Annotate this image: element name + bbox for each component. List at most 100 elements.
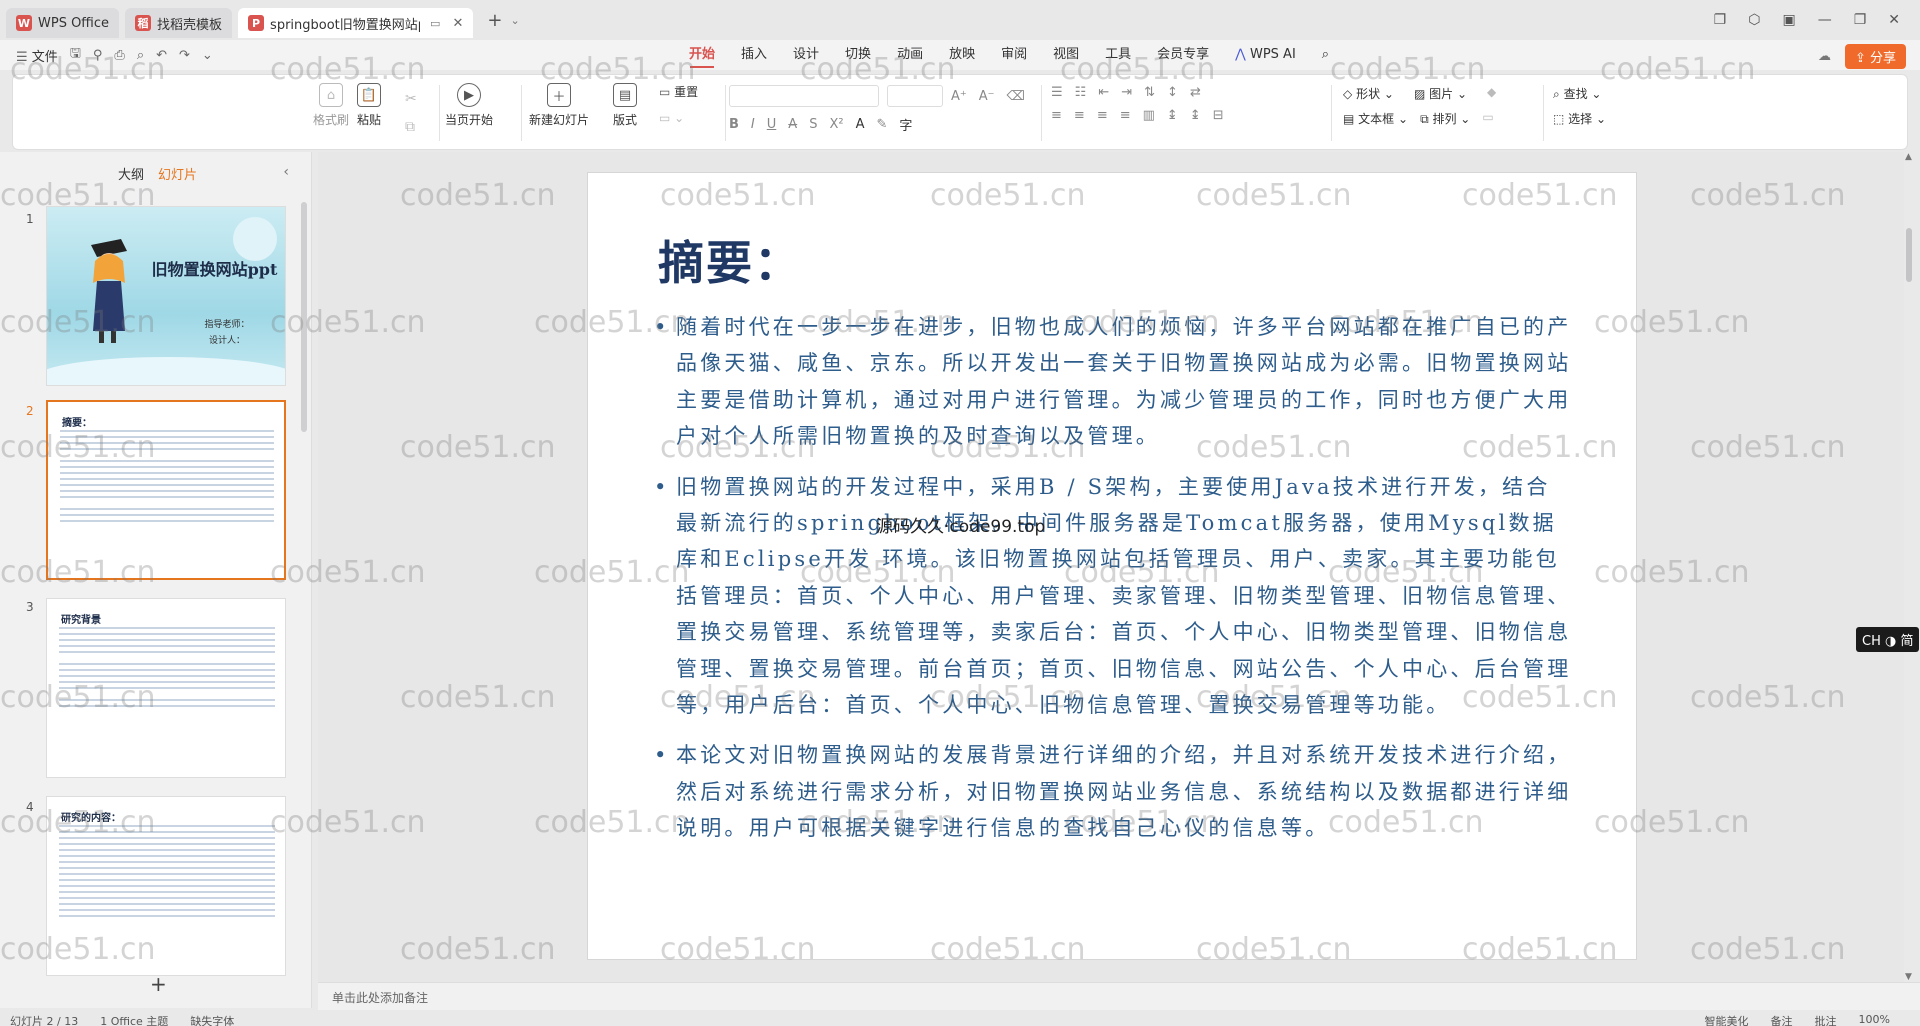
paragraph-spacing-icon[interactable]: ↨ (1190, 108, 1201, 123)
align-left-icon[interactable]: ≡ (1051, 108, 1062, 123)
tab-view[interactable]: 视图 (1040, 40, 1092, 70)
tab-wps-ai[interactable]: ⋀ WPS AI (1222, 40, 1309, 70)
justify-icon[interactable]: ≡ (1120, 108, 1131, 123)
smart-beautify-button[interactable]: 智能美化 (1705, 1013, 1749, 1026)
fill-icon[interactable]: ◆ (1487, 85, 1496, 102)
tab-tools[interactable]: 工具 (1092, 40, 1144, 70)
outline-icon[interactable]: ▭ (1482, 110, 1493, 127)
paste-button[interactable]: 📋 粘贴 (357, 83, 381, 128)
new-slide-button[interactable]: ＋ 新建幻灯片 (529, 83, 589, 128)
tab-design[interactable]: 设计 (780, 40, 832, 70)
pin-icon[interactable]: ⚲ (93, 48, 103, 63)
tab-slides[interactable]: 幻灯片 (158, 164, 197, 183)
redo-icon[interactable]: ↷ (179, 48, 190, 63)
copy-icon[interactable]: ⧉ (405, 113, 417, 141)
underline-icon[interactable]: U (767, 117, 777, 132)
grow-font-icon[interactable]: A⁺ (951, 89, 967, 104)
clear-format-icon[interactable]: ⌫ (1007, 89, 1025, 104)
highlight-icon[interactable]: ✎ (876, 117, 887, 132)
format-painter-button[interactable]: ⌂ 格式刷 (313, 83, 349, 128)
cloud-icon[interactable]: ☁ (1818, 49, 1831, 64)
more-chevron-icon[interactable]: ⌄ (202, 48, 213, 63)
columns-icon[interactable]: ▥ (1143, 108, 1155, 123)
vertical-align-icon[interactable]: ⊟ (1213, 108, 1224, 123)
slide-thumbnail-4[interactable]: 研究的内容： (46, 796, 286, 976)
bold-icon[interactable]: B (729, 117, 739, 132)
tab-member[interactable]: 会员专享 (1144, 40, 1222, 70)
missing-font-indicator[interactable]: 缺失字体 (190, 1013, 234, 1026)
align-right-icon[interactable]: ≡ (1097, 108, 1108, 123)
tab-wps-office[interactable]: W WPS Office (6, 8, 120, 38)
cut-icon[interactable]: ✂ (405, 85, 417, 113)
shrink-font-icon[interactable]: A⁻ (979, 89, 995, 104)
find-button[interactable]: ⌕ 查找 ⌄ (1553, 85, 1606, 102)
undo-icon[interactable]: ↶ (156, 48, 167, 63)
input-method-indicator[interactable]: CH ◑ 简 (1856, 627, 1920, 652)
slide-thumbnail-3[interactable]: 研究背景 (46, 598, 286, 778)
close-window-icon[interactable]: ✕ (1888, 12, 1900, 28)
line-spacing-icon[interactable]: ↨ (1167, 108, 1178, 123)
decrease-indent-icon[interactable]: ⇤ (1098, 85, 1109, 100)
slide-thumbnail-2[interactable]: 摘要： (46, 400, 286, 580)
align-center-icon[interactable]: ≡ (1074, 108, 1085, 123)
current-slide[interactable]: 摘要： 随着时代在一步一步在进步，旧物也成人们的烦恼，许多平台网站都在推广自已的… (588, 173, 1636, 959)
tab-outline[interactable]: 大纲 (118, 164, 144, 183)
increase-indent-icon[interactable]: ⇥ (1121, 85, 1132, 100)
collapse-panel-icon[interactable]: ‹ (283, 164, 289, 180)
new-tab-button[interactable]: + (487, 10, 502, 31)
reset-button[interactable]: ▭ 重置 (659, 83, 698, 100)
picture-button[interactable]: ▨ 图片 ⌄ (1414, 85, 1467, 102)
tab-transitions[interactable]: 切换 (832, 40, 884, 70)
file-menu[interactable]: ☰ 文件 (16, 46, 58, 65)
close-tab-icon[interactable]: ✕ (452, 16, 463, 31)
italic-icon[interactable]: I (751, 117, 755, 132)
avatar[interactable]: ▣ (1782, 12, 1795, 28)
arrange-button[interactable]: ⧉ 排列 ⌄ (1420, 110, 1470, 127)
select-button[interactable]: ⬚ 选择 ⌄ (1553, 110, 1606, 127)
bullet-list-icon[interactable]: ☰ (1051, 85, 1063, 100)
maximize-icon[interactable]: ❐ (1854, 12, 1867, 28)
tab-slideshow[interactable]: 放映 (936, 40, 988, 70)
zoom-level[interactable]: 100% (1859, 1013, 1890, 1026)
superscript-icon[interactable]: X² (829, 117, 843, 132)
monitor-icon[interactable]: ▭ (430, 17, 440, 30)
play-from-current-button[interactable]: ▶ 当页开始 (445, 83, 493, 128)
minimize-icon[interactable]: — (1818, 12, 1832, 28)
share-button[interactable]: ⇪ 分享 (1844, 44, 1906, 69)
tab-insert[interactable]: 插入 (728, 40, 780, 70)
sort-icon[interactable]: ↕ (1167, 85, 1178, 100)
theme-name[interactable]: 1 Office 主题 (100, 1013, 168, 1026)
char-spacing-icon[interactable]: 字 (899, 115, 912, 134)
numbered-list-icon[interactable]: ☷ (1075, 85, 1087, 100)
textbox-button[interactable]: ▤ 文本框 ⌄ (1343, 110, 1408, 127)
cube-icon[interactable]: ⬡ (1748, 12, 1760, 28)
layout-button[interactable]: ▤ 版式 (613, 83, 637, 128)
comments-button[interactable]: 批注 (1815, 1013, 1837, 1026)
tab-list-chevron-icon[interactable]: ⌄ (510, 14, 519, 27)
restore-layout-icon[interactable]: ❐ (1714, 12, 1727, 28)
scroll-up-icon[interactable]: ▲ (1905, 152, 1912, 162)
shadow-icon[interactable]: S (809, 117, 817, 132)
shape-button[interactable]: ◇ 形状 ⌄ (1343, 85, 1394, 102)
scroll-down-icon[interactable]: ▼ (1905, 972, 1912, 982)
slide-thumbnail-1[interactable]: 旧物置换网站ppt 指导老师： 设计人： (46, 206, 286, 386)
slide-title[interactable]: 摘要： (658, 227, 802, 293)
search-icon[interactable]: ⌕ (1309, 40, 1342, 70)
text-direction-icon[interactable]: ⇅ (1144, 85, 1155, 100)
font-family-select[interactable] (729, 85, 879, 107)
tab-document[interactable]: P springboot旧物置换网站ppt ▭ ✕ (238, 8, 474, 38)
panel-scrollbar[interactable] (301, 202, 307, 432)
canvas-scrollbar[interactable]: ▲ ▼ (1904, 152, 1914, 982)
font-color-icon[interactable]: A (856, 117, 865, 132)
notes-pane[interactable]: 单击此处添加备注 (318, 982, 1920, 1010)
tab-animations[interactable]: 动画 (884, 40, 936, 70)
preview-icon[interactable]: ⌕ (137, 48, 144, 63)
scrollbar-thumb[interactable] (1906, 228, 1912, 282)
print-icon[interactable]: ⎙ (114, 48, 124, 63)
add-slide-button[interactable]: + (150, 972, 167, 996)
section-button[interactable]: ▭ ⌄ (659, 111, 684, 125)
save-icon[interactable]: 🖫 (70, 44, 81, 66)
tab-home[interactable]: 开始 (676, 40, 728, 70)
slide-body[interactable]: 随着时代在一步一步在进步，旧物也成人们的烦恼，许多平台网站都在推广自已的产品像天… (654, 309, 1574, 861)
convert-icon[interactable]: ⇄ (1190, 85, 1201, 100)
